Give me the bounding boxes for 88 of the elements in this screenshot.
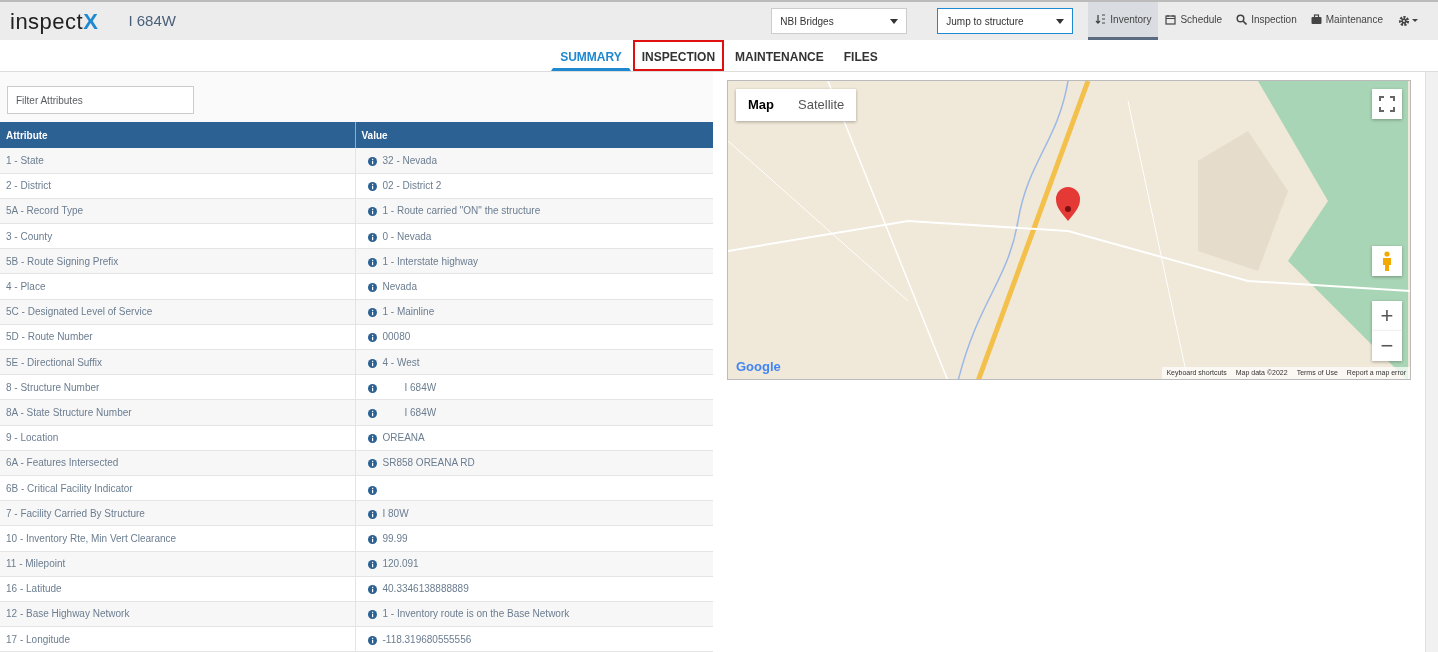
- value-text: 00080: [382, 330, 411, 345]
- nav-link[interactable]: Maintenance: [1303, 2, 1390, 40]
- value-text: 1 - Interstate highway: [382, 254, 479, 269]
- tab[interactable]: MAINTENANCE: [726, 40, 833, 71]
- attribute-cell: 5D - Route Number: [0, 324, 355, 350]
- app-logo: inspectX: [10, 7, 99, 36]
- info-icon[interactable]: [367, 383, 377, 393]
- caret-icon: [1056, 18, 1065, 24]
- attribute-cell: 12 - Base Highway Network: [0, 601, 355, 627]
- nav-link[interactable]: Inventory: [1088, 2, 1159, 40]
- column-header: Attribute: [0, 122, 355, 148]
- person-icon: [1382, 251, 1392, 271]
- info-icon[interactable]: [367, 560, 377, 570]
- value-text: I 80W: [382, 506, 409, 521]
- attribute-cell: 17 - Longitude: [0, 626, 355, 652]
- attribute-cell: 11 - Milepoint: [0, 551, 355, 577]
- value-text: I 684W: [403, 405, 437, 420]
- sort-icon: [1095, 14, 1107, 25]
- info-icon[interactable]: [367, 333, 377, 343]
- info-icon[interactable]: [367, 610, 377, 620]
- attribute-cell: 5E - Directional Suffix: [0, 349, 355, 375]
- dropdown-select[interactable]: Jump to structure: [937, 8, 1074, 34]
- fullscreen-icon: [1379, 96, 1395, 112]
- info-icon[interactable]: [367, 408, 377, 418]
- value-text: OREANA: [382, 431, 425, 446]
- info-icon[interactable]: [367, 257, 377, 267]
- dropdown-select[interactable]: NBI Bridges: [771, 8, 908, 34]
- map-type-button[interactable]: Satellite: [786, 89, 857, 121]
- info-icon[interactable]: [367, 308, 377, 318]
- value-text: Nevada: [382, 280, 417, 295]
- attribute-cell: 10 - Inventory Rte, Min Vert Clearance: [0, 525, 355, 551]
- google-logo: Google: [736, 357, 781, 376]
- attribute-cell: 8A - State Structure Number: [0, 399, 355, 426]
- attribute-cell: 9 - Location: [0, 425, 355, 451]
- value-text: 40.3346138888889: [382, 582, 469, 597]
- info-icon[interactable]: [367, 534, 377, 544]
- zoom-in-button[interactable]: +: [1372, 301, 1402, 331]
- value-text: 1 - Inventory route is on the Base Network: [382, 607, 570, 622]
- attribute-cell: 3 - County: [0, 223, 355, 249]
- tab[interactable]: INSPECTION: [632, 40, 725, 71]
- info-icon[interactable]: [367, 585, 377, 595]
- nav-link[interactable]: Inspection: [1229, 2, 1304, 40]
- info-icon[interactable]: [367, 182, 377, 192]
- value-text: 02 - District 2: [382, 179, 442, 194]
- attribute-cell: 6A - Features Intersected: [0, 450, 355, 476]
- attribute-cell: 5B - Route Signing Prefix: [0, 248, 355, 274]
- info-icon[interactable]: [367, 358, 377, 368]
- filter-field[interactable]: Filter Attributes: [7, 86, 194, 114]
- briefcase-icon: [1310, 14, 1322, 25]
- value-text: 4 - West: [382, 355, 420, 370]
- value-text: 32 - Nevada: [382, 153, 437, 168]
- info-icon[interactable]: [367, 509, 377, 519]
- column-header: Value: [355, 122, 713, 148]
- value-text: 120.091: [382, 557, 419, 572]
- attribute-cell: 7 - Facility Carried By Structure: [0, 500, 355, 526]
- structure-title: I 684W: [128, 10, 176, 31]
- attribute-cell: 4 - Place: [0, 273, 355, 300]
- attribute-cell: 5C - Designated Level of Service: [0, 299, 355, 325]
- info-icon[interactable]: [367, 635, 377, 645]
- tab[interactable]: FILES: [834, 40, 887, 71]
- info-icon[interactable]: [367, 485, 377, 495]
- value-text: 0 - Nevada: [382, 229, 432, 244]
- attribute-cell: 2 - District: [0, 173, 355, 199]
- caret-icon: [890, 18, 899, 24]
- attribute-cell: 16 - Latitude: [0, 576, 355, 602]
- info-icon[interactable]: [367, 283, 377, 293]
- attribute-cell: 1 - State: [0, 148, 355, 174]
- value-text: 1 - Route carried "ON" the structure: [382, 204, 541, 219]
- attribute-cell: 8 - Structure Number: [0, 374, 355, 400]
- attribute-cell: 6B - Critical Facility Indicator: [0, 475, 355, 501]
- calendar-icon: [1165, 14, 1177, 25]
- value-text: 99.99: [382, 531, 408, 546]
- info-icon[interactable]: [367, 207, 377, 217]
- value-text: I 684W: [403, 380, 437, 395]
- attribute-cell: 5A - Record Type: [0, 198, 355, 224]
- map-type-button[interactable]: Map: [736, 89, 786, 121]
- value-text: -118.319680555556: [382, 632, 472, 647]
- value-text: SR858 OREANA RD: [382, 456, 475, 471]
- scrollbar[interactable]: [1425, 72, 1438, 652]
- nav-link[interactable]: Schedule: [1158, 2, 1230, 40]
- info-icon[interactable]: [367, 459, 377, 469]
- info-icon[interactable]: [367, 156, 377, 166]
- fullscreen-button[interactable]: [1372, 89, 1402, 119]
- search-icon: [1236, 14, 1248, 25]
- info-icon[interactable]: [367, 232, 377, 242]
- info-icon[interactable]: [367, 434, 377, 444]
- value-text: 1 - Mainline: [382, 305, 435, 320]
- zoom-out-button[interactable]: −: [1372, 331, 1402, 361]
